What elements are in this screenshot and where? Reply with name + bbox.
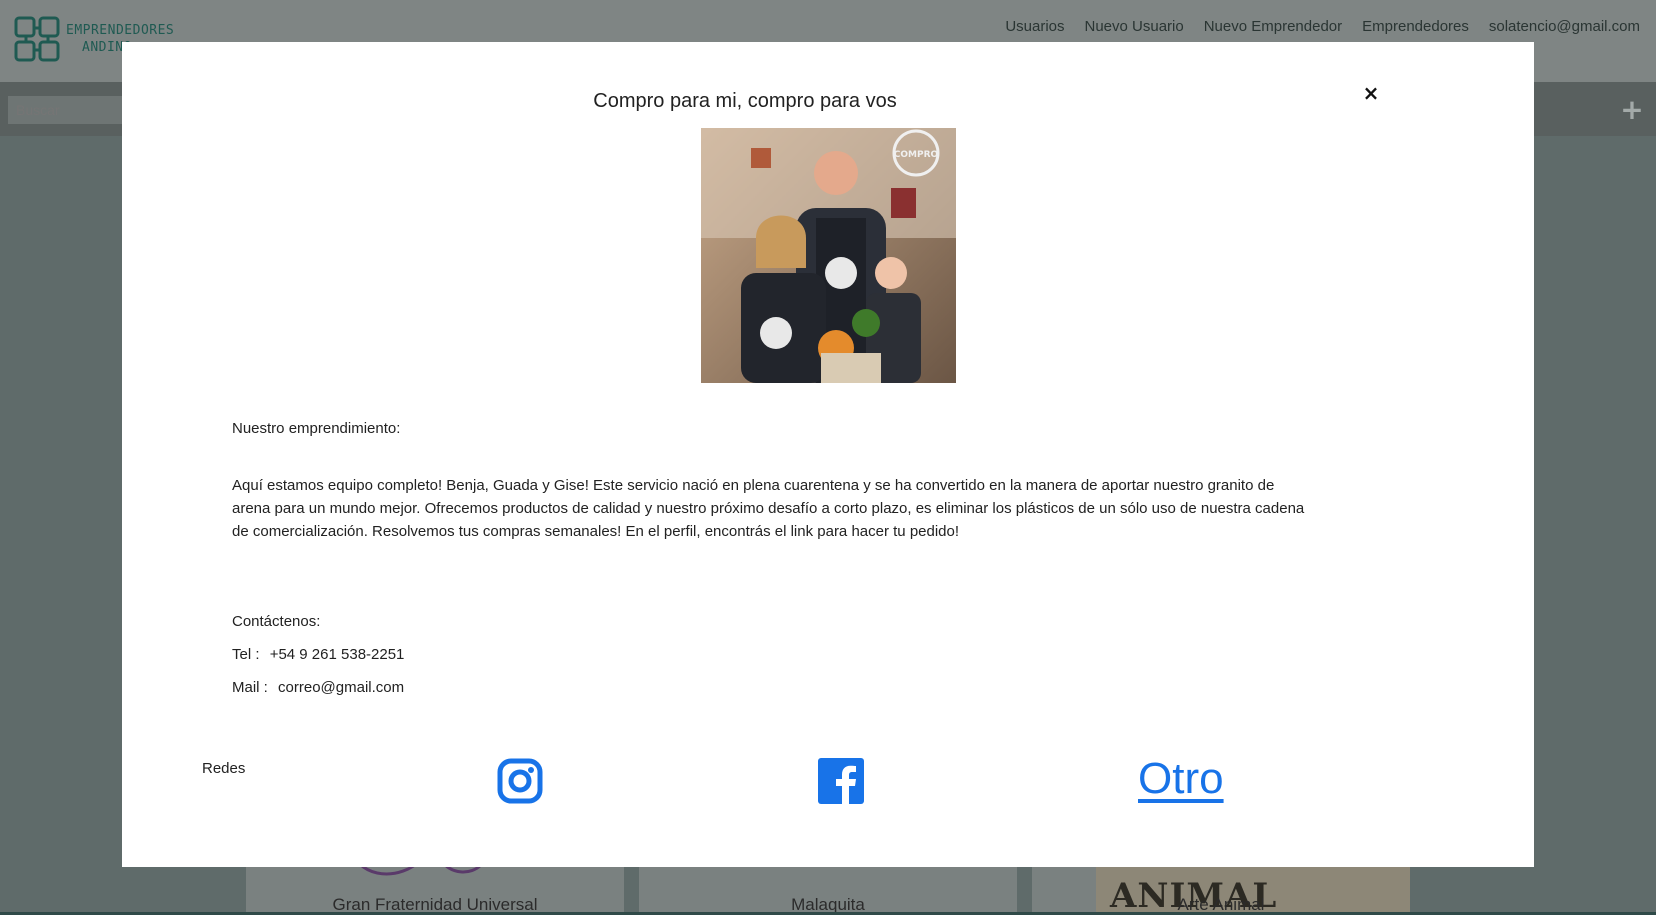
nav-nuevo-usuario[interactable]: Nuevo Usuario (1085, 18, 1184, 35)
mail-value: correo@gmail.com (278, 679, 405, 696)
contact-mail: Mail : correo@gmail.com (232, 679, 410, 696)
nav-usuarios[interactable]: Usuarios (1005, 18, 1064, 35)
contact-label: Contáctenos: (232, 613, 321, 630)
about-label: Nuestro emprendimiento: (232, 420, 401, 437)
logo-icon (14, 16, 60, 62)
description-text: Aquí estamos equipo completo! Benja, Gua… (232, 477, 1305, 540)
instagram-link[interactable] (497, 758, 543, 804)
close-button[interactable]: × (1360, 82, 1382, 104)
search-input[interactable] (8, 96, 128, 124)
facebook-icon (818, 758, 864, 804)
modal-title: Compro para mi, compro para vos (593, 90, 897, 112)
other-social-link[interactable]: Otro (1138, 754, 1224, 804)
contact-tel: Tel : +54 9 261 538-2251 (232, 646, 410, 663)
entrepreneur-photo: COMPRO (701, 128, 956, 383)
instagram-icon (497, 758, 543, 804)
nav-user-email[interactable]: solatencio@gmail.com (1489, 18, 1640, 35)
nav-emprendedores[interactable]: Emprendedores (1362, 18, 1469, 35)
add-button[interactable]: + (1614, 92, 1650, 128)
nav-nuevo-emprendedor[interactable]: Nuevo Emprendedor (1204, 18, 1342, 35)
main-nav: Usuarios Nuevo Usuario Nuevo Emprendedor… (1005, 18, 1640, 35)
logo-line-1: EMPRENDEDORES (66, 23, 175, 38)
plus-icon: + (1620, 93, 1644, 126)
facebook-link[interactable] (818, 758, 864, 804)
mail-label: Mail : (232, 679, 268, 696)
tel-label: Tel : (232, 646, 260, 663)
photo-stamp: COMPRO (894, 150, 939, 160)
entrepreneur-modal: Compro para mi, compro para vos × COMPRO… (122, 42, 1534, 867)
close-icon: × (1362, 81, 1380, 105)
redes-label: Redes (202, 760, 246, 777)
tel-value: +54 9 261 538-2251 (269, 646, 405, 663)
